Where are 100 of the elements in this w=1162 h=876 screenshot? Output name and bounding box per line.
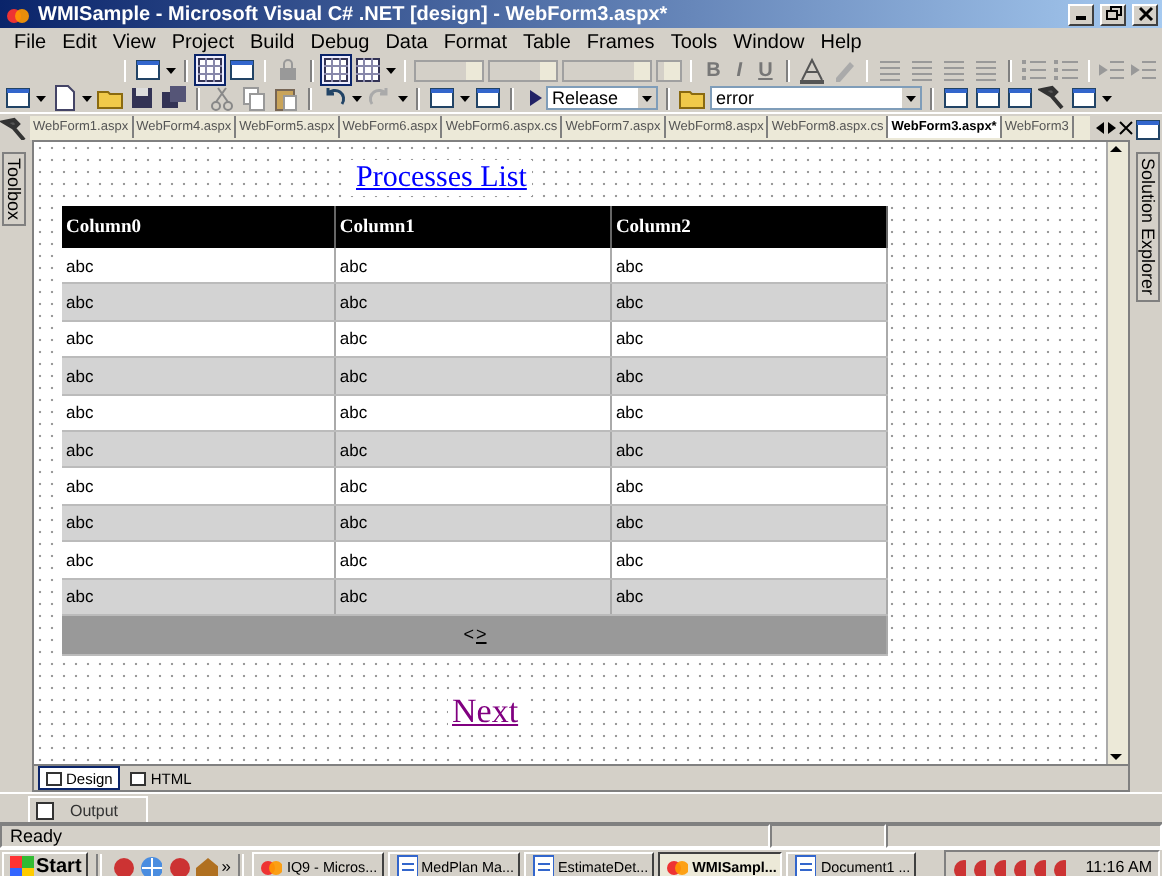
- caret-icon[interactable]: [398, 95, 408, 101]
- scroll-up-icon[interactable]: [1108, 142, 1124, 156]
- status-text: Ready: [0, 824, 770, 848]
- solution-explorer-tab[interactable]: Solution Explorer: [1136, 152, 1160, 302]
- caret-icon[interactable]: [352, 95, 362, 101]
- table-cell: abc: [610, 283, 887, 321]
- browser-globe-icon[interactable]: [137, 854, 162, 876]
- clock-text: 11:16 AM: [1085, 857, 1152, 875]
- grid-icon[interactable]: [321, 56, 350, 84]
- design-view-icon: [46, 771, 62, 785]
- menu-item[interactable]: Debug: [302, 31, 378, 53]
- output-tab[interactable]: Output: [28, 796, 149, 822]
- window-icon[interactable]: [1070, 84, 1098, 112]
- table-cell: abc: [62, 283, 335, 321]
- caret-icon[interactable]: [82, 95, 92, 101]
- table-cell: abc: [334, 283, 611, 321]
- paste-icon[interactable]: [272, 84, 300, 112]
- table-cell: abc: [334, 320, 611, 358]
- window-icon[interactable]: [474, 84, 502, 112]
- window-icon[interactable]: [134, 56, 163, 84]
- column-header: Column2: [610, 206, 887, 248]
- letter-a-icon[interactable]: [797, 56, 826, 84]
- window-icon[interactable]: [227, 56, 256, 84]
- menu-item[interactable]: Data: [377, 31, 436, 53]
- caret-icon[interactable]: [385, 67, 396, 73]
- save-all-icon[interactable]: [160, 84, 188, 112]
- next-page-link[interactable]: >: [476, 624, 487, 645]
- menu-item[interactable]: Table: [515, 31, 579, 53]
- start-button[interactable]: Start: [2, 852, 88, 876]
- scroll-down-icon[interactable]: [1108, 750, 1124, 764]
- caret-icon[interactable]: [1102, 95, 1112, 101]
- table-cell: abc: [334, 430, 611, 468]
- table-cell: abc: [334, 467, 611, 505]
- table-cell: abc: [334, 541, 611, 579]
- table-cell: abc: [610, 504, 887, 542]
- table-cell: abc: [334, 248, 611, 284]
- table-cell: abc: [62, 578, 335, 615]
- window-icon[interactable]: [974, 84, 1002, 112]
- table-cell: abc: [610, 467, 887, 505]
- table-cell: abc: [62, 248, 335, 284]
- table-cell: abc: [334, 357, 611, 395]
- html-view-icon: [130, 771, 147, 785]
- table-cell: abc: [62, 504, 335, 542]
- save-icon[interactable]: [128, 84, 156, 112]
- output-window-icon: [36, 801, 54, 819]
- dropdown-arrow-icon: [642, 95, 652, 101]
- table-cell: abc: [62, 357, 335, 395]
- table-cell: abc: [610, 248, 887, 284]
- column-header: Column1: [334, 206, 611, 248]
- table-cell: abc: [62, 467, 335, 505]
- menu-item[interactable]: Help: [812, 31, 870, 53]
- menu-item[interactable]: Project: [163, 31, 242, 53]
- close-icon[interactable]: [1118, 119, 1134, 135]
- table-cell: abc: [610, 357, 887, 395]
- caret-icon[interactable]: [460, 95, 470, 101]
- menu-item[interactable]: Build: [241, 31, 303, 53]
- menu-item[interactable]: Window: [725, 31, 813, 53]
- menu-item[interactable]: Edit: [54, 31, 105, 53]
- windows-flag-icon: [8, 853, 34, 876]
- find-dropdown[interactable]: error: [710, 86, 922, 110]
- table-cell: abc: [610, 320, 887, 358]
- maximize-button[interactable]: [1100, 3, 1126, 25]
- table-cell: abc: [62, 394, 335, 431]
- close-button[interactable]: [1132, 3, 1158, 25]
- tools-icon[interactable]: [1038, 84, 1066, 112]
- dropdown-arrow-icon: [906, 95, 916, 101]
- menu-item[interactable]: Format: [435, 31, 515, 53]
- window-icon[interactable]: [428, 84, 456, 112]
- column-header: Column0: [62, 206, 335, 248]
- toolbox-tab[interactable]: Toolbox: [2, 152, 26, 227]
- table-cell: abc: [334, 504, 611, 542]
- menu-item[interactable]: Frames: [578, 31, 663, 53]
- house-icon[interactable]: [193, 854, 218, 876]
- grid-icon[interactable]: [195, 56, 224, 84]
- page-heading-link[interactable]: Processes List: [350, 160, 533, 196]
- new-project-icon[interactable]: [4, 84, 32, 112]
- more-quicklaunch-button[interactable]: »: [221, 856, 231, 876]
- window-icon[interactable]: [942, 84, 970, 112]
- menu-item[interactable]: File: [6, 31, 55, 53]
- table-cell: abc: [610, 430, 887, 468]
- table-cell: abc: [334, 578, 611, 615]
- table-cell: abc: [334, 394, 611, 431]
- vertical-scrollbar[interactable]: [1106, 142, 1128, 764]
- table-cell: abc: [610, 578, 887, 615]
- menu-item[interactable]: Tools: [662, 31, 726, 53]
- grid-icon[interactable]: [353, 56, 382, 84]
- minimize-icon: [1075, 16, 1085, 20]
- menu-item[interactable]: View: [104, 31, 164, 53]
- window-icon[interactable]: [1006, 84, 1034, 112]
- table-cell: abc: [610, 394, 887, 431]
- caret-icon[interactable]: [36, 95, 46, 101]
- caret-icon[interactable]: [166, 67, 177, 73]
- configuration-dropdown[interactable]: Release: [546, 86, 658, 110]
- window-title: WMISample - Microsoft Visual C# .NET [design] - WebForm3.aspx*: [38, 3, 670, 25]
- window-icon[interactable]: [1134, 115, 1162, 139]
- tools-icon[interactable]: [0, 115, 26, 139]
- cut-icon[interactable]: [208, 84, 236, 112]
- previous-page-text: <: [461, 624, 476, 645]
- minimize-button[interactable]: [1068, 3, 1094, 25]
- table-cell: abc: [62, 430, 335, 468]
